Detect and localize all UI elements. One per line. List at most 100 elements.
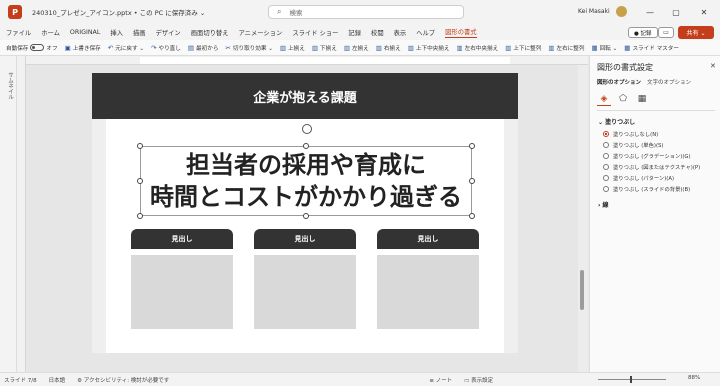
redo-button[interactable]: ↷ やり直し	[151, 44, 181, 52]
zoom-slider[interactable]	[598, 379, 666, 380]
tab-home[interactable]: ホーム	[41, 28, 60, 37]
align-left-button[interactable]: ▥ 左揃え	[344, 44, 369, 52]
undo-button[interactable]: ↶ 元に戻す ⌄	[108, 44, 144, 52]
redo-icon: ↷	[151, 43, 157, 52]
slide-counter: スライド 7/8	[4, 377, 37, 384]
user-name[interactable]: Kei Masaki	[578, 8, 610, 15]
fill-option-solid[interactable]: 塗りつぶし (単色)(S)	[603, 141, 663, 149]
align-top-icon: ▥	[279, 43, 287, 52]
card-image-placeholder-3[interactable]	[377, 255, 479, 329]
distribute-vertical-button[interactable]: ▥ 上下に整列	[505, 44, 541, 52]
transition-effect-button[interactable]: ✂ 切り取り効果 ⌄	[225, 44, 272, 52]
tab-view[interactable]: 表示	[394, 28, 407, 37]
align-center-button[interactable]: ▥ 左右中央揃え	[456, 44, 498, 52]
minimize-button[interactable]: —	[640, 5, 660, 19]
tab-insert[interactable]: 挿入	[110, 28, 123, 37]
resize-handle-bottom[interactable]	[303, 213, 309, 219]
tab-shape-options[interactable]: 図形のオプション	[597, 78, 641, 86]
scissors-icon: ✂	[225, 43, 231, 52]
tab-original[interactable]: ORIGINAL	[70, 29, 100, 36]
tab-file[interactable]: ファイル	[6, 28, 31, 37]
size-icon[interactable]: ▦	[635, 92, 649, 106]
slide-header-bar[interactable]: 企業が抱える課題	[92, 73, 518, 119]
card-image-placeholder-2[interactable]	[254, 255, 356, 329]
from-start-button[interactable]: ▤ 最初から	[188, 44, 219, 52]
align-top-label: 上揃え	[288, 45, 305, 52]
tab-text-options[interactable]: 文字のオプション	[647, 78, 691, 86]
card-heading-2[interactable]: 見出し	[254, 229, 356, 249]
fill-option-pattern[interactable]: 塗りつぶし (パターン)(A)	[603, 174, 674, 182]
resize-handle-bottom-left[interactable]	[137, 213, 143, 219]
comment-button[interactable]: ▭	[658, 27, 674, 38]
pane-tabs: 図形のオプション 文字のオプション	[597, 78, 697, 86]
scrollbar-thumb[interactable]	[580, 270, 584, 310]
fill-option-gradient[interactable]: 塗りつぶし (グラデーション)(G)	[603, 152, 691, 160]
thumbnails-label[interactable]: サムネイル	[6, 72, 14, 100]
tab-draw[interactable]: 描画	[133, 28, 146, 37]
format-shape-pane: 図形の書式設定 ✕ 図形のオプション 文字のオプション ◈ ⬠ ▦ ⌄ 塗りつぶ…	[589, 56, 720, 372]
card-heading-3[interactable]: 見出し	[377, 229, 479, 249]
align-top-button[interactable]: ▥ 上揃え	[280, 44, 305, 52]
radio-icon	[603, 153, 609, 159]
fill-option-none[interactable]: 塗りつぶしなし(N)	[603, 130, 658, 138]
fill-option-label: 塗りつぶし (パターン)(A)	[613, 176, 675, 182]
close-button[interactable]: ✕	[694, 5, 714, 19]
resize-handle-top-right[interactable]	[469, 143, 475, 149]
undo-label: 元に戻す ⌄	[115, 45, 145, 52]
pentagon-icon[interactable]: ⬠	[616, 92, 630, 106]
fill-option-label: 塗りつぶし (図またはテクスチャ)(P)	[613, 165, 701, 171]
tab-transitions[interactable]: 画面切り替え	[191, 28, 229, 37]
card-heading-1[interactable]: 見出し	[131, 229, 233, 249]
card-image-placeholder-1[interactable]	[131, 255, 233, 329]
paint-bucket-icon[interactable]: ◈	[597, 92, 611, 106]
line-section-header[interactable]: › 線	[598, 200, 609, 209]
tab-record[interactable]: 記録	[348, 28, 361, 37]
fill-option-slide-background[interactable]: 塗りつぶし (スライドの背景)(B)	[603, 185, 690, 193]
resize-handle-left[interactable]	[137, 178, 143, 184]
fill-option-label: 塗りつぶし (スライドの背景)(B)	[613, 187, 691, 193]
tab-animations[interactable]: アニメーション	[239, 28, 283, 37]
tab-slideshow[interactable]: スライド ショー	[292, 28, 338, 37]
toggle-icon	[30, 44, 45, 51]
share-button[interactable]: 共有 ⌄	[678, 26, 714, 39]
fill-option-picture[interactable]: 塗りつぶし (図またはテクスチャ)(P)	[603, 163, 700, 171]
resize-handle-top-left[interactable]	[137, 143, 143, 149]
headline-line-1: 担当者の採用や育成に	[186, 151, 426, 179]
tab-help[interactable]: ヘルプ	[416, 28, 435, 37]
tab-review[interactable]: 校閲	[371, 28, 384, 37]
resize-handle-top[interactable]	[303, 143, 309, 149]
save-button[interactable]: ▣ 上書き保存	[65, 44, 101, 52]
file-title[interactable]: 240310_プレゼン_アイコン.pptx • この PC に保存済み ⌄	[32, 7, 205, 17]
pane-close-icon[interactable]: ✕	[710, 62, 716, 70]
autosave-toggle[interactable]: 自動保存 オフ	[6, 44, 58, 52]
fill-section-header[interactable]: ⌄ 塗りつぶし	[598, 117, 635, 126]
zoom-level[interactable]: 88%	[688, 375, 700, 381]
thumbnails-pane[interactable]	[0, 56, 17, 372]
language-indicator[interactable]: 日本語	[49, 376, 66, 384]
vertical-scrollbar[interactable]	[578, 65, 588, 372]
headline-textbox[interactable]: 担当者の採用や育成に 時間とコストがかかり過ぎる	[140, 146, 472, 216]
resize-handle-bottom-right[interactable]	[469, 213, 475, 219]
powerpoint-app-icon: P	[8, 5, 22, 19]
display-settings-button[interactable]: ▭ 表示設定	[464, 376, 493, 384]
rotate-button[interactable]: ▦ 回転 ⌄	[591, 44, 617, 52]
tab-shape-format[interactable]: 図形の書式	[445, 27, 477, 38]
tab-design[interactable]: デザイン	[156, 28, 181, 37]
maximize-button[interactable]: ▢	[666, 5, 686, 19]
resize-handle-right[interactable]	[469, 178, 475, 184]
avatar[interactable]	[616, 6, 627, 17]
search-input[interactable]: ⌕ 検索	[268, 5, 464, 19]
record-button[interactable]: ● 記録	[628, 27, 658, 38]
save-label: 上書き保存	[72, 45, 101, 52]
rotate-handle-icon[interactable]	[302, 124, 312, 134]
align-middle-icon: ▥	[407, 43, 414, 52]
distribute-horizontal-button[interactable]: ▥ 左右に整列	[548, 44, 584, 52]
quick-access-toolbar: 自動保存 オフ ▣ 上書き保存 ↶ 元に戻す ⌄ ↷ やり直し ▤ 最初から ✂ 切り取り…	[0, 40, 720, 56]
accessibility-status[interactable]: ⚙ アクセシビリティ: 検討が必要です	[77, 376, 169, 384]
notes-button[interactable]: ≡ ノート	[429, 376, 452, 384]
zoom-slider-knob[interactable]	[630, 376, 632, 383]
slide-master-button[interactable]: ▦ スライド マスター	[624, 44, 679, 52]
align-right-button[interactable]: ▥ 右揃え	[376, 44, 401, 52]
align-middle-button[interactable]: ▥ 上下中央揃え	[408, 44, 450, 52]
align-bottom-button[interactable]: ▥ 下揃え	[312, 44, 337, 52]
